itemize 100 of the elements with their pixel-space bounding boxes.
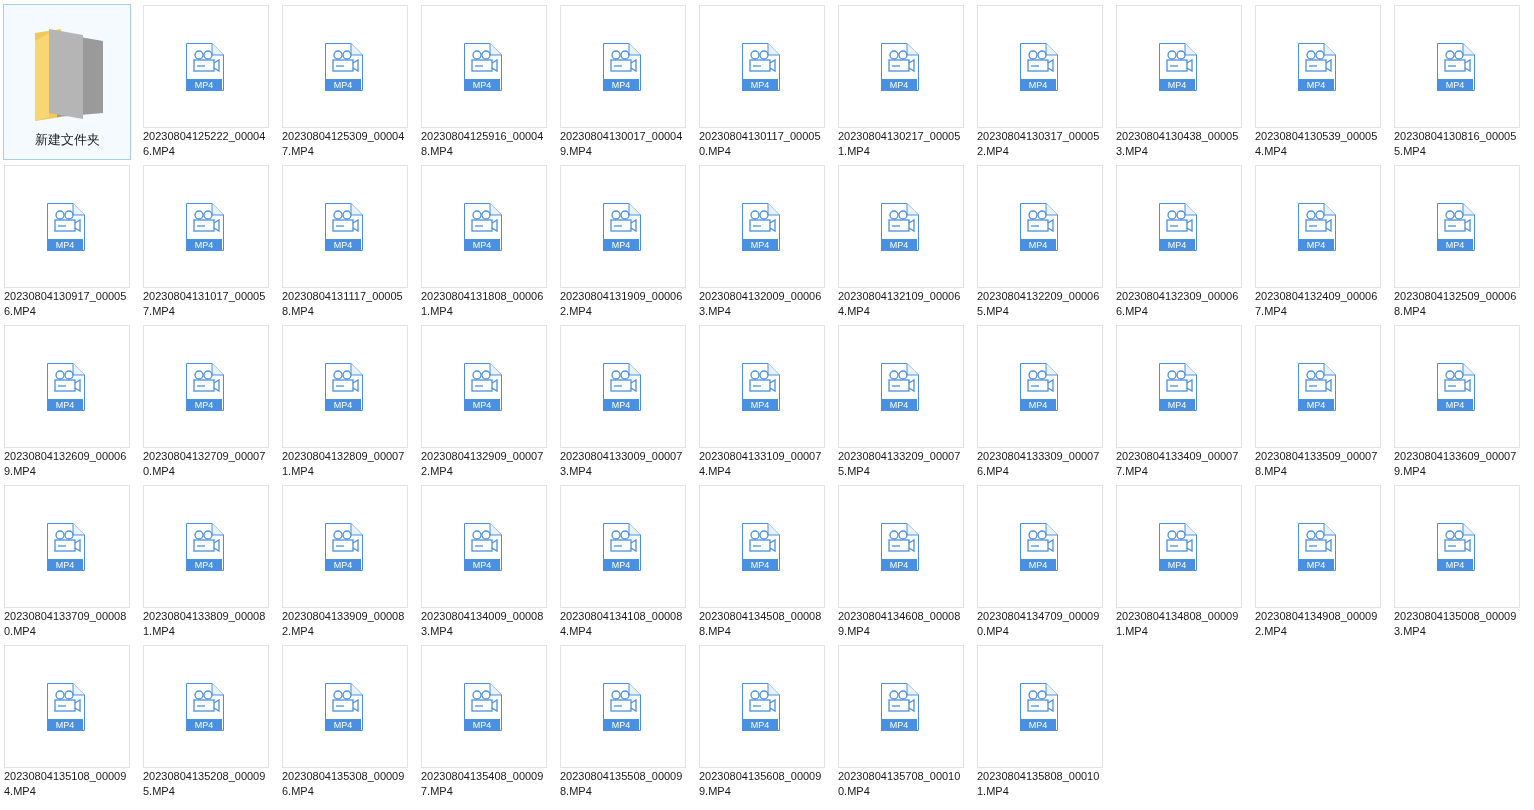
file-name: 20230804133609_000079.MP4 [1394,449,1518,479]
file-name: 20230804135708_000100.MP4 [838,769,962,799]
file-name: 20230804125222_000046.MP4 [143,129,267,159]
file-name: 20230804130217_000051.MP4 [838,129,962,159]
file-item[interactable]: MP4 20230804135808_000101.MP4 [976,644,1104,800]
file-item[interactable]: MP4 20230804133409_000077.MP4 [1115,324,1243,480]
file-name: 20230804131117_000058.MP4 [282,289,404,319]
file-item[interactable]: MP4 20230804130816_000055.MP4 [1393,4,1521,160]
file-item[interactable]: MP4 20230804132809_000071.MP4 [281,324,409,480]
file-item[interactable]: MP4 20230804125309_000047.MP4 [281,4,409,160]
file-name: 20230804133409_000077.MP4 [1116,449,1240,479]
file-name: 20230804131909_000062.MP4 [560,289,684,319]
file-item[interactable]: MP4 20230804134908_000092.MP4 [1254,484,1382,640]
file-item[interactable]: MP4 20230804125222_000046.MP4 [142,4,270,160]
file-name: 20230804130317_000052.MP4 [977,129,1101,159]
file-name: 20230804133909_000082.MP4 [282,609,406,639]
file-name: 20230804134608_000089.MP4 [838,609,962,639]
file-name: 20230804135608_000099.MP4 [699,769,823,799]
file-name: 20230804130438_000053.MP4 [1116,129,1240,159]
file-name: 20230804132609_000069.MP4 [4,449,128,479]
file-item[interactable]: MP4 20230804134108_000084.MP4 [559,484,687,640]
file-item[interactable]: MP4 20230804133809_000081.MP4 [142,484,270,640]
file-item[interactable]: MP4 20230804132309_000066.MP4 [1115,164,1243,320]
file-item[interactable]: MP4 20230804132109_000064.MP4 [837,164,965,320]
file-item[interactable]: MP4 20230804132009_000063.MP4 [698,164,826,320]
file-item[interactable]: MP4 20230804135108_000094.MP4 [3,644,131,800]
file-item[interactable]: MP4 20230804133109_000074.MP4 [698,324,826,480]
file-name: 20230804130017_000049.MP4 [560,129,684,159]
file-name: 20230804132309_000066.MP4 [1116,289,1240,319]
file-name: 20230804125309_000047.MP4 [282,129,406,159]
file-name: 新建文件夹 [33,131,101,149]
file-item[interactable]: MP4 20230804132909_000072.MP4 [420,324,548,480]
file-item[interactable]: MP4 20230804135308_000096.MP4 [281,644,409,800]
file-item[interactable]: MP4 20230804131017_000057.MP4 [142,164,270,320]
file-name: 20230804134508_000088.MP4 [699,609,823,639]
file-item[interactable]: MP4 20230804135008_000093.MP4 [1393,484,1521,640]
file-name: 20230804132109_000064.MP4 [838,289,962,319]
file-name: 20230804132909_000072.MP4 [421,449,545,479]
file-item[interactable]: MP4 20230804133909_000082.MP4 [281,484,409,640]
file-item[interactable]: MP4 20230804130017_000049.MP4 [559,4,687,160]
file-item[interactable]: MP4 20230804132209_000065.MP4 [976,164,1104,320]
file-item[interactable]: MP4 20230804135608_000099.MP4 [698,644,826,800]
file-name: 20230804134009_000083.MP4 [421,609,545,639]
file-item[interactable]: MP4 20230804132609_000069.MP4 [3,324,131,480]
file-item[interactable]: MP4 20230804134709_000090.MP4 [976,484,1104,640]
file-item[interactable]: MP4 20230804132409_000067.MP4 [1254,164,1382,320]
file-item[interactable]: MP4 20230804135208_000095.MP4 [142,644,270,800]
file-name: 20230804132709_000070.MP4 [143,449,267,479]
file-name: 20230804132509_000068.MP4 [1394,289,1518,319]
file-name: 20230804135208_000095.MP4 [143,769,267,799]
file-name: 20230804135308_000096.MP4 [282,769,406,799]
file-name: 20230804131017_000057.MP4 [143,289,267,319]
file-name: 20230804135808_000101.MP4 [977,769,1101,799]
file-item[interactable]: MP4 20230804130317_000052.MP4 [976,4,1104,160]
file-name: 20230804134908_000092.MP4 [1255,609,1379,639]
file-name: 20230804133709_000080.MP4 [4,609,128,639]
file-name: 20230804132009_000063.MP4 [699,289,823,319]
file-name: 20230804132809_000071.MP4 [282,449,406,479]
file-item[interactable]: MP4 20230804133209_000075.MP4 [837,324,965,480]
file-name: 20230804133509_000078.MP4 [1255,449,1379,479]
file-name: 20230804130539_000054.MP4 [1255,129,1379,159]
file-item[interactable]: MP4 20230804133509_000078.MP4 [1254,324,1382,480]
file-item[interactable]: MP4 20230804134508_000088.MP4 [698,484,826,640]
file-name: 20230804133309_000076.MP4 [977,449,1101,479]
file-item[interactable]: MP4 20230804131909_000062.MP4 [559,164,687,320]
file-item[interactable]: MP4 20230804133709_000080.MP4 [3,484,131,640]
file-name: 20230804135408_000097.MP4 [421,769,545,799]
file-item[interactable]: MP4 20230804134009_000083.MP4 [420,484,548,640]
file-item[interactable]: MP4 20230804131808_000061.MP4 [420,164,548,320]
file-item[interactable]: MP4 20230804134608_000089.MP4 [837,484,965,640]
file-item[interactable]: MP4 20230804135508_000098.MP4 [559,644,687,800]
file-item[interactable]: MP4 20230804134808_000091.MP4 [1115,484,1243,640]
file-item[interactable]: MP4 20230804130539_000054.MP4 [1254,4,1382,160]
file-item[interactable]: MP4 20230804130217_000051.MP4 [837,4,965,160]
file-name: 20230804134108_000084.MP4 [560,609,684,639]
file-name: 20230804134808_000091.MP4 [1116,609,1240,639]
file-item[interactable]: MP4 20230804132509_000068.MP4 [1393,164,1521,320]
file-name: 20230804133809_000081.MP4 [143,609,267,639]
file-item[interactable]: MP4 20230804132709_000070.MP4 [142,324,270,480]
file-item[interactable]: MP4 20230804135708_000100.MP4 [837,644,965,800]
file-name: 20230804125916_000048.MP4 [421,129,545,159]
file-item[interactable]: MP4 20230804130117_000050.MP4 [698,4,826,160]
file-name: 20230804133009_000073.MP4 [560,449,684,479]
file-item[interactable]: MP4 20230804125916_000048.MP4 [420,4,548,160]
file-name: 20230804134709_000090.MP4 [977,609,1101,639]
file-name: 20230804132209_000065.MP4 [977,289,1101,319]
file-name: 20230804130816_000055.MP4 [1394,129,1518,159]
file-item[interactable]: MP4 20230804135408_000097.MP4 [420,644,548,800]
file-item[interactable]: MP4 20230804133009_000073.MP4 [559,324,687,480]
file-name: 20230804135008_000093.MP4 [1394,609,1518,639]
file-item[interactable]: MP4 20230804133609_000079.MP4 [1393,324,1521,480]
file-item[interactable]: MP4 20230804133309_000076.MP4 [976,324,1104,480]
file-name: 20230804130117_000050.MP4 [699,129,822,159]
file-name: 20230804132409_000067.MP4 [1255,289,1379,319]
file-name: 20230804133209_000075.MP4 [838,449,962,479]
file-item[interactable]: MP4 20230804131117_000058.MP4 [281,164,409,320]
file-name: 20230804133109_000074.MP4 [699,449,823,479]
file-item[interactable]: MP4 20230804130438_000053.MP4 [1115,4,1243,160]
file-item[interactable]: MP4 20230804130917_000056.MP4 [3,164,131,320]
file-item[interactable]: 新建文件夹 [3,4,131,160]
